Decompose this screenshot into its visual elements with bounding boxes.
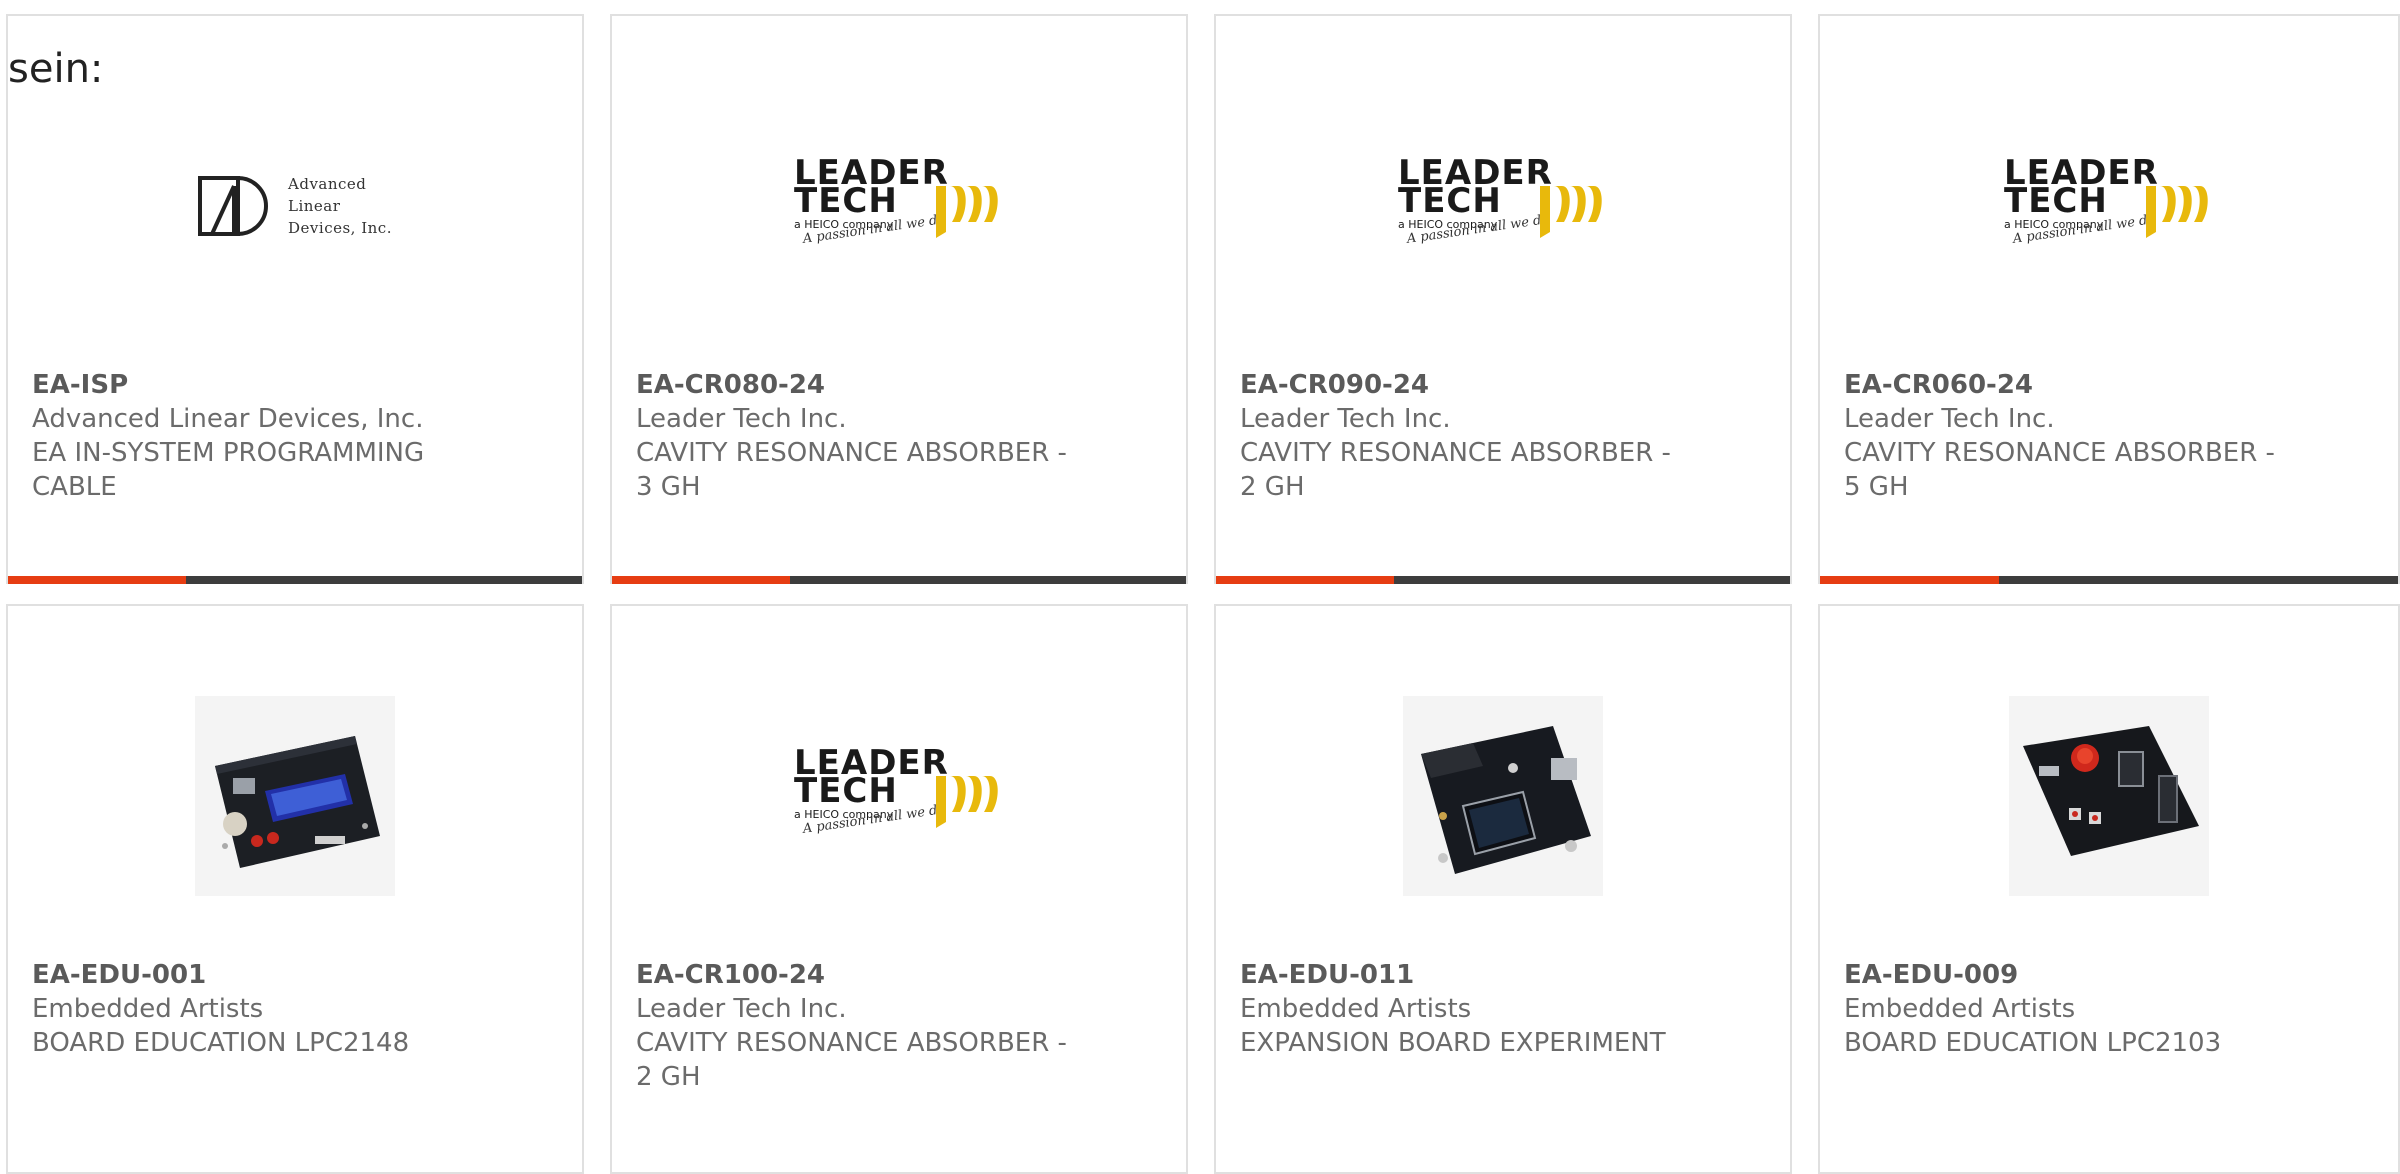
logo-stripes-icon (936, 186, 998, 238)
progress-bar (1216, 576, 1790, 584)
leader-tech-logo: LEADER TECH a HEICO company A passion in… (794, 156, 1004, 254)
product-sku[interactable]: EA-CR100-24 (636, 958, 1162, 992)
product-card[interactable]: EA-EDU-001 Embedded Artists BOARD EDUCAT… (6, 604, 584, 1174)
product-sku[interactable]: EA-ISP (32, 368, 558, 402)
board-expansion-image (1403, 696, 1603, 896)
product-description: CAVITY RESONANCE ABSORBER - 2 GH (636, 1028, 1067, 1092)
progress-fill (612, 576, 790, 584)
progress-bar (8, 576, 582, 584)
product-manufacturer: Embedded Artists (1240, 994, 1472, 1024)
product-description: EXPANSION BOARD EXPERIMENT (1240, 1028, 1666, 1058)
product-manufacturer: Leader Tech Inc. (1240, 404, 1451, 434)
product-card[interactable]: EA-EDU-009 Embedded Artists BOARD EDUCAT… (1818, 604, 2400, 1174)
product-card[interactable]: EA-EDU-011 Embedded Artists EXPANSION BO… (1214, 604, 1792, 1174)
leader-tech-logo: LEADER TECH a HEICO company A passion in… (794, 746, 1004, 844)
product-image: LEADER TECH a HEICO company A passion in… (1216, 124, 1790, 288)
progress-fill (1820, 576, 2000, 584)
board-lcd-image (195, 696, 395, 896)
product-description: CAVITY RESONANCE ABSORBER - 3 GH (636, 438, 1067, 502)
product-manufacturer: Embedded Artists (1844, 994, 2076, 1024)
progress-fill (8, 576, 186, 584)
product-image: LEADER TECH a HEICO company A passion in… (1820, 124, 2398, 288)
product-image: LEADER TECH a HEICO company A passion in… (612, 714, 1186, 878)
product-card[interactable]: LEADER TECH a HEICO company A passion in… (610, 14, 1188, 584)
logo-text: Linear (288, 197, 341, 215)
ald-logo: Advanced Linear Devices, Inc. (198, 173, 392, 239)
board-segment-image (2009, 696, 2209, 896)
product-sku[interactable]: EA-EDU-011 (1240, 958, 1766, 992)
product-description: BOARD EDUCATION LPC2103 (1844, 1028, 2222, 1058)
product-description: CAVITY RESONANCE ABSORBER - 5 GH (1844, 438, 2275, 502)
product-manufacturer: Leader Tech Inc. (636, 404, 847, 434)
product-card[interactable]: LEADER TECH a HEICO company A passion in… (1818, 14, 2400, 584)
ald-logo-mark (198, 176, 269, 236)
logo-text: TECH (794, 771, 898, 811)
logo-text: TECH (794, 181, 898, 221)
product-description: CAVITY RESONANCE ABSORBER - 2 GH (1240, 438, 1671, 502)
leader-tech-logo: LEADER TECH a HEICO company A passion in… (2004, 156, 2214, 254)
product-sku[interactable]: EA-CR090-24 (1240, 368, 1766, 402)
leader-tech-logo: LEADER TECH a HEICO company A passion in… (1398, 156, 1608, 254)
product-image (1820, 696, 2398, 896)
lead-text: sein: (8, 46, 104, 92)
logo-stripes-icon (1540, 186, 1602, 238)
logo-text: Devices, Inc. (288, 219, 392, 237)
product-image: Advanced Linear Devices, Inc. (8, 124, 582, 288)
logo-text: TECH (1398, 181, 1502, 221)
product-sku[interactable]: EA-CR060-24 (1844, 368, 2374, 402)
progress-bar (1820, 576, 2398, 584)
logo-text: TECH (2004, 181, 2108, 221)
product-grid: Advanced Linear Devices, Inc. EA-ISP Adv… (0, 0, 2400, 1174)
progress-bar (612, 576, 1186, 584)
product-image (8, 696, 582, 896)
logo-stripes-icon (2146, 186, 2208, 238)
product-sku[interactable]: EA-EDU-001 (32, 958, 558, 992)
product-manufacturer: Leader Tech Inc. (1844, 404, 2055, 434)
product-description: BOARD EDUCATION LPC2148 (32, 1028, 410, 1058)
logo-text: Advanced (288, 175, 367, 193)
product-sku[interactable]: EA-CR080-24 (636, 368, 1162, 402)
product-image (1216, 696, 1790, 896)
product-card[interactable]: LEADER TECH a HEICO company A passion in… (610, 604, 1188, 1174)
product-image: LEADER TECH a HEICO company A passion in… (612, 124, 1186, 288)
product-manufacturer: Leader Tech Inc. (636, 994, 847, 1024)
logo-stripes-icon (936, 776, 998, 828)
progress-fill (1216, 576, 1394, 584)
product-manufacturer: Advanced Linear Devices, Inc. (32, 404, 424, 434)
product-manufacturer: Embedded Artists (32, 994, 264, 1024)
product-description: EA IN-SYSTEM PROGRAMMING CABLE (32, 438, 425, 502)
product-sku[interactable]: EA-EDU-009 (1844, 958, 2374, 992)
product-card[interactable]: Advanced Linear Devices, Inc. EA-ISP Adv… (6, 14, 584, 584)
product-card[interactable]: LEADER TECH a HEICO company A passion in… (1214, 14, 1792, 584)
